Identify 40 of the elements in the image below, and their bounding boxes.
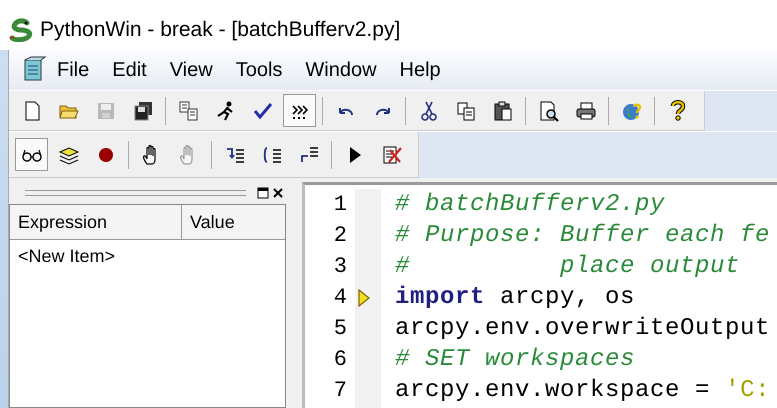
magnifier-document-icon — [538, 100, 560, 122]
line-number: 2 — [332, 222, 347, 250]
stacked-disks-icon — [132, 100, 154, 122]
menu-item[interactable]: Help — [400, 56, 452, 84]
clipboard-icon — [492, 100, 514, 122]
document-cross-icon — [380, 144, 402, 166]
code-line: # batchBufferv2.py — [395, 191, 666, 218]
menu-item[interactable]: Edit — [112, 56, 158, 84]
code-line: import arcpy, os — [395, 284, 636, 311]
code-line: # Purpose: Buffer each fe — [395, 222, 770, 249]
code-line: arcpy.env.overwriteOutput — [395, 315, 770, 342]
menu-item[interactable]: File — [57, 56, 100, 84]
code-line: # place output — [395, 253, 740, 280]
line-number: 1 — [332, 191, 347, 219]
line-number: 5 — [332, 315, 347, 343]
watch-item[interactable]: <New Item> — [10, 240, 285, 267]
line-number: 7 — [332, 377, 347, 405]
code-line: # SET workspaces — [395, 346, 636, 373]
document-copy-icon — [178, 100, 200, 122]
toolbar-button[interactable] — [15, 138, 48, 171]
window-title: PythonWin - break - [batchBufferv2.py] — [40, 18, 400, 42]
toolbar-button[interactable] — [283, 94, 316, 127]
line-number: 3 — [332, 253, 347, 281]
menu-item[interactable]: Window — [305, 56, 388, 84]
line-number: 4 — [332, 284, 347, 312]
column-header[interactable]: Expression — [10, 205, 182, 239]
close-icon[interactable] — [272, 187, 284, 199]
menu-item[interactable]: Tools — [236, 56, 294, 84]
menu-item[interactable]: View — [170, 56, 224, 84]
column-header[interactable]: Value — [182, 205, 285, 239]
copy-icon — [454, 100, 476, 122]
grip-bar[interactable] — [25, 190, 246, 196]
redo-icon — [374, 106, 390, 116]
restore-icon[interactable] — [257, 187, 269, 199]
printer-icon — [574, 100, 596, 122]
snake-icon — [8, 18, 34, 42]
undo-icon — [338, 106, 354, 116]
line-number: 6 — [332, 346, 347, 374]
question-mark-icon — [670, 100, 686, 121]
code-line: arcpy.env.workspace = 'C: — [395, 377, 770, 404]
